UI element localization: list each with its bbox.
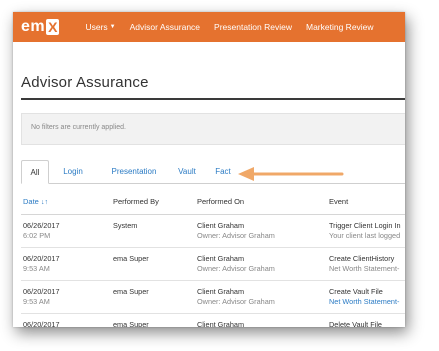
row-owner: Owner: Advisor Graham (197, 264, 275, 273)
event-header: Event (329, 197, 349, 206)
caret-down-icon: ▼ (109, 24, 116, 30)
page-title: Advisor Assurance (21, 74, 149, 91)
table-header: Date ↓↑ Performed By Performed On Event (21, 192, 405, 215)
tab-presentation[interactable]: Presentation (105, 160, 163, 182)
table-row[interactable]: 06/26/2017 6:02 PM System Client Graham … (21, 215, 405, 248)
row-owner: Owner: Advisor Graham (197, 231, 275, 240)
date-column-header[interactable]: Date ↓↑ (23, 197, 48, 206)
row-date: 06/20/2017 (23, 320, 60, 327)
row-performed-by: ema Super (113, 320, 149, 327)
performed-by-header: Performed By (113, 197, 159, 206)
filter-status-text: No filters are currently applied. (31, 124, 126, 131)
tab-vault[interactable]: Vault (171, 160, 203, 182)
nav-users-label: Users (85, 22, 108, 32)
row-time: 6:02 PM (23, 231, 51, 240)
row-performed-on: Client Graham (197, 320, 245, 327)
nav-marketing-review[interactable]: Marketing Review (306, 22, 374, 32)
app-window: em X Users ▼ Advisor Assurance Presentati… (13, 12, 405, 327)
sort-icon: ↓↑ (40, 199, 48, 206)
arrow-icon (238, 167, 344, 181)
table-row[interactable]: 06/20/2017 9:53 AM ema Super Client Grah… (21, 248, 405, 281)
row-performed-by: ema Super (113, 254, 149, 263)
table-row[interactable]: 06/20/2017 9:53 AM ema Super Client Grah… (21, 281, 405, 314)
row-event-detail-link[interactable]: Net Worth Statement- (329, 296, 399, 307)
row-event-detail: Net Worth Statement- (329, 264, 400, 273)
row-time: 9:53 AM (23, 297, 50, 306)
tab-bar: All Login Presentation Vault Fact (21, 160, 405, 184)
top-navbar: em X Users ▼ Advisor Assurance Presentati… (13, 12, 405, 42)
row-owner: Owner: Advisor Graham (197, 297, 275, 306)
performed-on-header: Performed On (197, 197, 245, 206)
nav-presentation-review[interactable]: Presentation Review (214, 22, 292, 32)
table-row[interactable]: 06/20/2017 ema Super Client Graham Delet… (21, 314, 405, 327)
row-performed-by: System (113, 221, 138, 230)
emx-logo[interactable]: em X (21, 18, 60, 36)
title-divider (21, 98, 405, 100)
row-event-detail: Your client last logged (329, 231, 401, 240)
row-event: Delete Vault File (329, 320, 382, 327)
logo-em: em (21, 18, 46, 35)
logo-x: X (46, 19, 60, 35)
tab-login[interactable]: Login (57, 160, 89, 182)
tab-all[interactable]: All (21, 160, 49, 184)
date-header-label: Date (23, 197, 39, 206)
row-performed-by: ema Super (113, 287, 149, 296)
filter-panel: No filters are currently applied. (21, 113, 405, 145)
row-time: 9:53 AM (23, 264, 50, 273)
tab-fact[interactable]: Fact (209, 160, 237, 182)
nav-users[interactable]: Users ▼ (85, 22, 115, 32)
nav-advisor-assurance[interactable]: Advisor Assurance (130, 22, 200, 32)
